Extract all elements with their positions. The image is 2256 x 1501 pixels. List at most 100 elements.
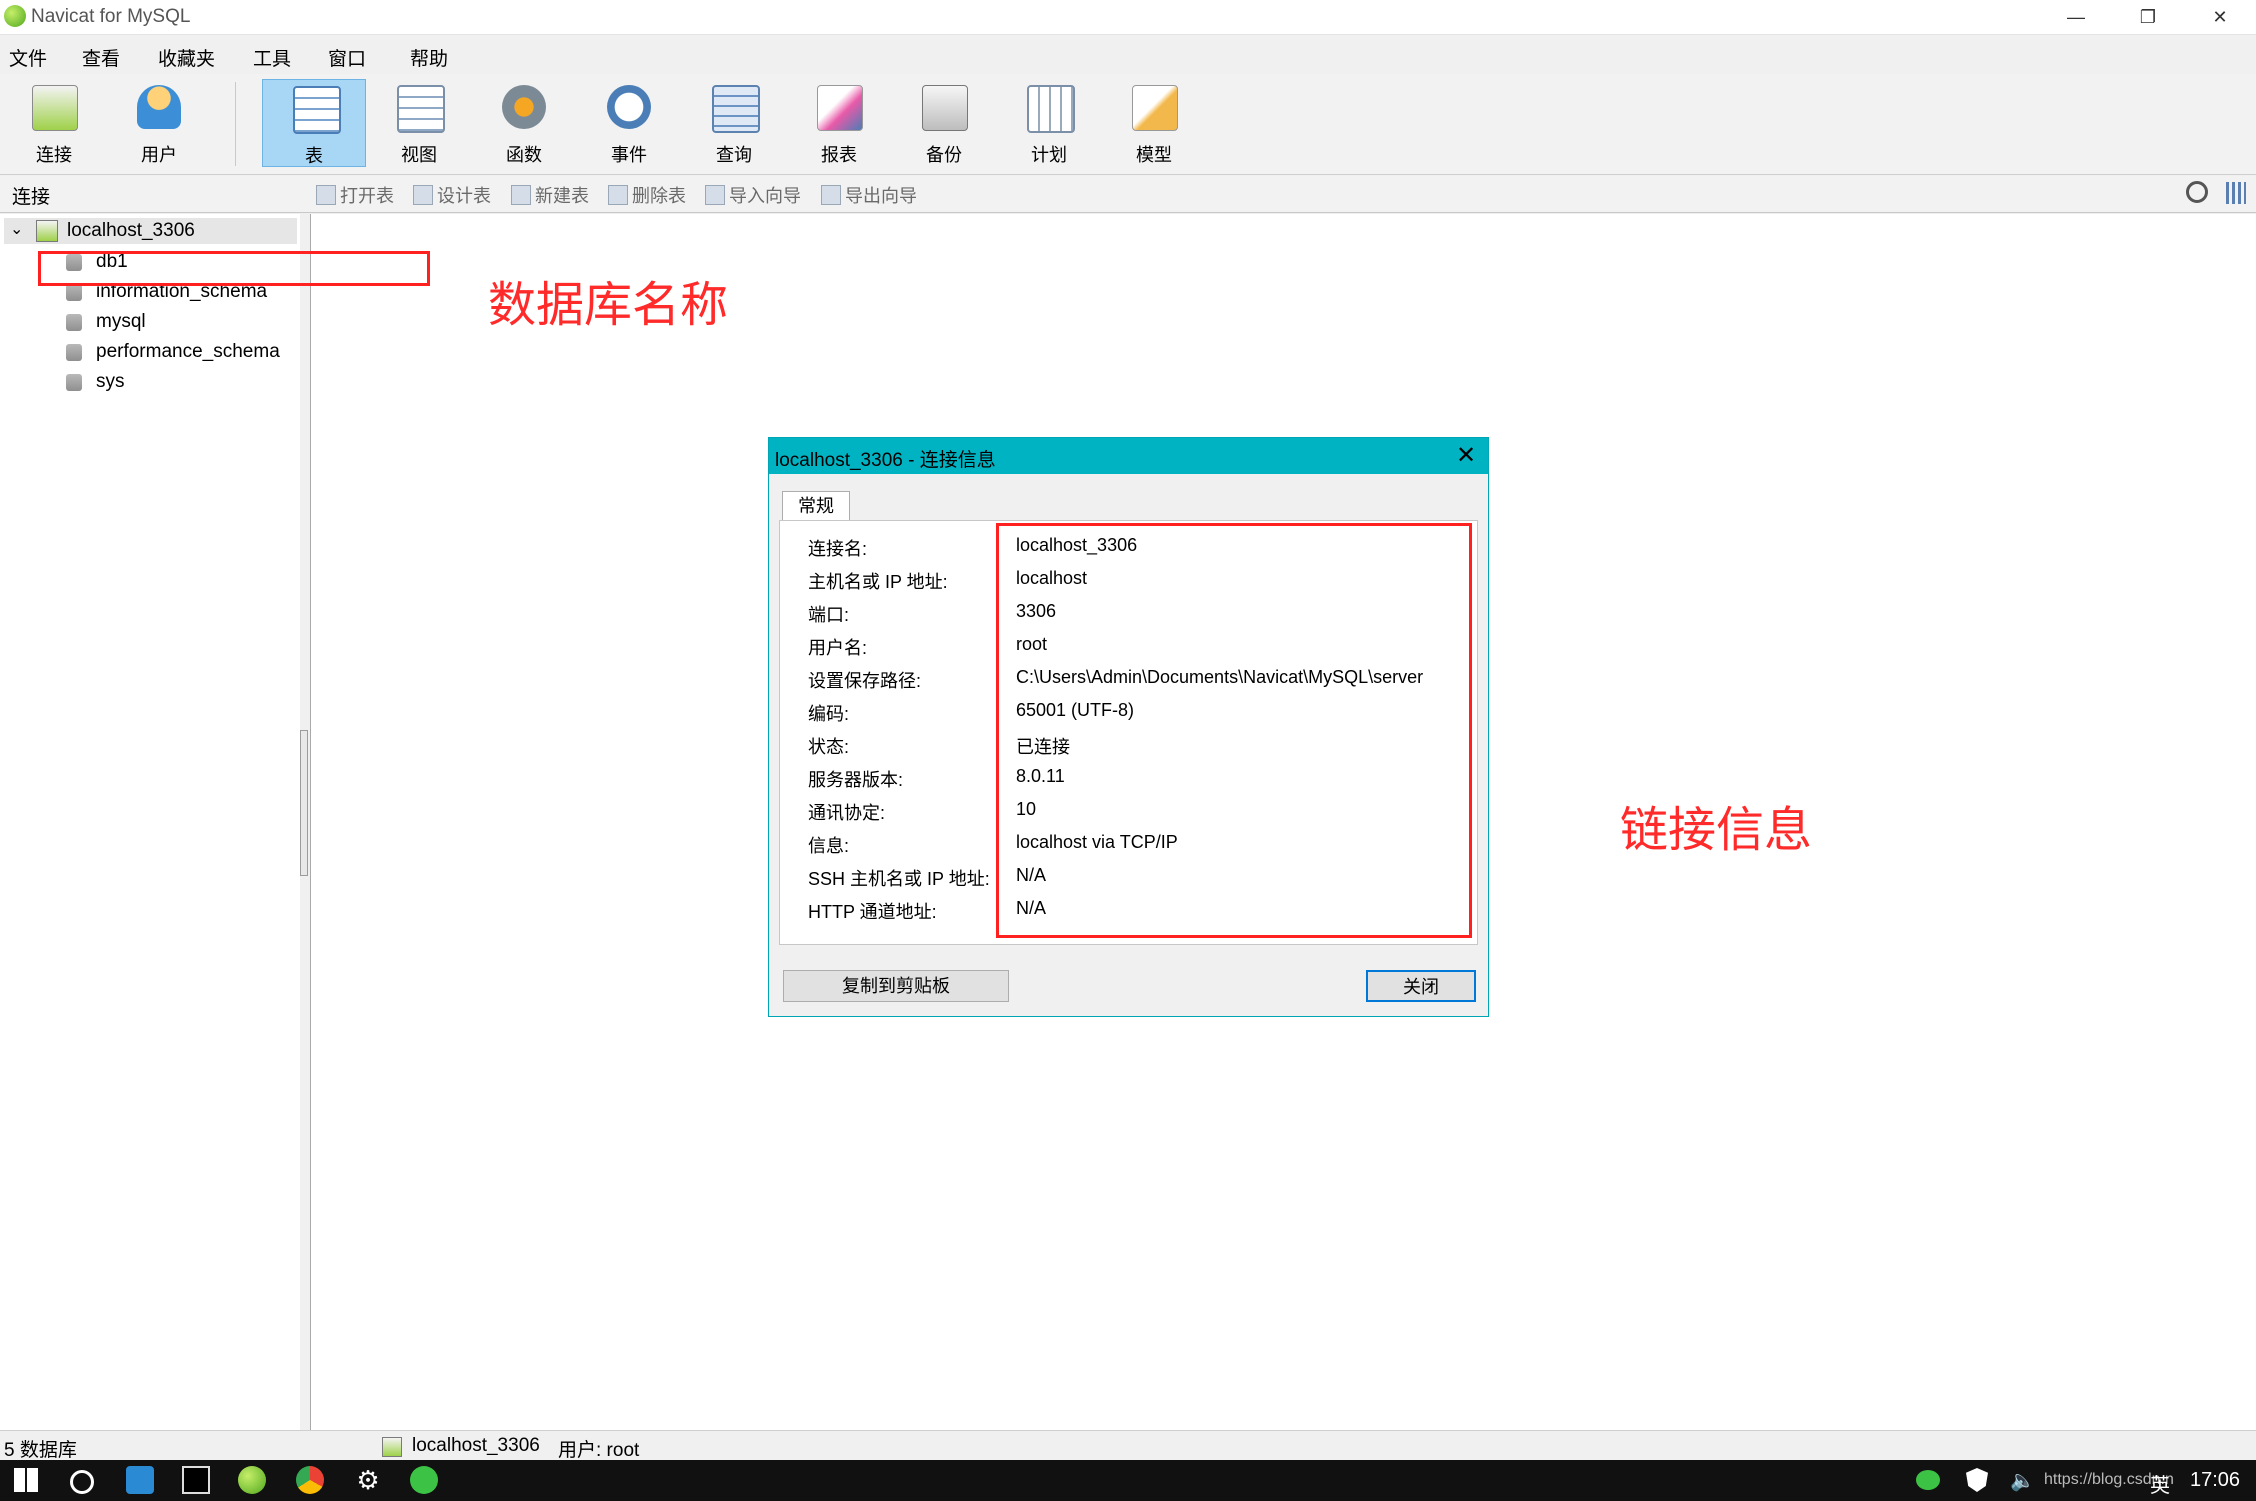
search-taskbar-icon[interactable] <box>70 1470 94 1494</box>
toolbar-query-label: 查询 <box>716 145 752 165</box>
field-label-status: 状态: <box>808 737 850 757</box>
menu-file[interactable]: 文件 <box>9 44 47 71</box>
status-connection: localhost_3306 <box>412 1435 540 1456</box>
terminal-icon[interactable] <box>182 1466 210 1494</box>
new-table-button[interactable]: 新建表 <box>511 182 589 208</box>
design-table-icon <box>413 185 433 205</box>
menu-help[interactable]: 帮助 <box>410 44 448 71</box>
import-wizard-label: 导入向导 <box>729 186 801 206</box>
toolbar-event-label: 事件 <box>611 145 647 165</box>
menu-window[interactable]: 窗口 <box>328 44 366 71</box>
tray-shield-icon[interactable] <box>1966 1468 1988 1492</box>
dialog-close-button[interactable]: 关闭 <box>1366 970 1476 1002</box>
database-icon <box>66 344 82 361</box>
design-table-button[interactable]: 设计表 <box>413 182 491 208</box>
tree-db-performance-schema[interactable]: performance_schema <box>96 341 280 363</box>
chrome-icon[interactable] <box>296 1466 324 1494</box>
toolbar-model-button[interactable]: 模型 <box>1102 79 1206 167</box>
field-label-ssh-host: SSH 主机名或 IP 地址: <box>808 869 990 889</box>
restore-button[interactable]: ❐ <box>2116 0 2180 34</box>
export-wizard-label: 导出向导 <box>845 186 917 206</box>
splitter-grip[interactable] <box>300 730 308 876</box>
view-icon <box>397 85 445 133</box>
toolbar-backup-label: 备份 <box>926 145 962 165</box>
main-toolbar: 连接 用户 表 视图 函数 事件 查询 报表 备份 计划 模型 <box>0 74 2256 175</box>
copy-to-clipboard-button[interactable]: 复制到剪贴板 <box>783 970 1009 1002</box>
toolbar-user-label: 用户 <box>141 145 177 165</box>
export-wizard-button[interactable]: 导出向导 <box>821 182 917 208</box>
function-icon <box>502 85 546 129</box>
dialog-close-icon[interactable]: ✕ <box>1449 441 1483 471</box>
toolbar-report-button[interactable]: 报表 <box>787 79 891 167</box>
vscode-icon[interactable] <box>126 1466 154 1494</box>
status-bar: 5 数据库 localhost_3306 用户: root <box>0 1430 2256 1461</box>
toolbar-function-button[interactable]: 函数 <box>472 79 576 167</box>
open-table-label: 打开表 <box>340 186 394 206</box>
toolbar-view-label: 视图 <box>401 145 437 165</box>
plug-icon <box>32 85 78 131</box>
toolbar-view-button[interactable]: 视图 <box>367 79 471 167</box>
export-icon <box>821 185 841 205</box>
delete-table-button[interactable]: 删除表 <box>608 182 686 208</box>
grid-view-icon[interactable] <box>2226 182 2246 204</box>
connection-info-dialog: localhost_3306 - 连接信息 ✕ 常规 连接名: localhos… <box>768 437 1489 1017</box>
model-icon <box>1132 85 1178 131</box>
search-icon[interactable] <box>2186 181 2208 203</box>
tray-wechat-icon[interactable] <box>1916 1470 1940 1490</box>
field-label-port: 端口: <box>808 605 850 625</box>
toolbar-event-button[interactable]: 事件 <box>577 79 681 167</box>
conn-info-highlight-box <box>996 523 1472 938</box>
event-clock-icon <box>607 85 651 129</box>
dialog-title-bar: localhost_3306 - 连接信息 ✕ <box>769 438 1488 474</box>
query-icon <box>712 85 760 133</box>
toolbar-user-button[interactable]: 用户 <box>107 79 211 167</box>
tray-clock[interactable]: 17:06 <box>2190 1469 2240 1492</box>
dialog-general-panel: 连接名: localhost_3306 主机名或 IP 地址: localhos… <box>779 520 1478 945</box>
design-table-label: 设计表 <box>437 186 491 206</box>
new-table-icon <box>511 185 531 205</box>
settings-gear-icon[interactable]: ⚙ <box>354 1466 382 1494</box>
toolbar-function-label: 函数 <box>506 145 542 165</box>
navicat-taskbar-icon[interactable] <box>238 1466 266 1494</box>
open-table-icon <box>316 185 336 205</box>
tray-input-language[interactable]: 英 <box>2150 1469 2170 1498</box>
menu-view[interactable]: 查看 <box>82 44 120 71</box>
connection-icon <box>36 220 58 242</box>
field-label-encoding: 编码: <box>808 704 850 724</box>
menu-tools[interactable]: 工具 <box>253 44 291 71</box>
tree-connection-localhost[interactable]: localhost_3306 <box>67 220 195 242</box>
import-wizard-button[interactable]: 导入向导 <box>705 182 801 208</box>
expand-chevron-icon[interactable]: ⌄ <box>10 219 23 239</box>
title-bar: Navicat for MySQL — ❐ ✕ <box>0 0 2256 34</box>
navicat-logo-icon <box>4 5 26 27</box>
menu-favorites[interactable]: 收藏夹 <box>158 44 215 71</box>
windows-start-icon[interactable] <box>14 1468 38 1492</box>
tray-volume-icon[interactable]: 🔈 <box>2010 1468 2035 1493</box>
minimize-button[interactable]: — <box>2044 0 2108 34</box>
annotation-conn-info: 链接信息 <box>1620 802 1813 858</box>
field-label-server-version: 服务器版本: <box>808 770 904 790</box>
status-user: 用户: root <box>558 1440 640 1461</box>
toolbar-query-button[interactable]: 查询 <box>682 79 786 167</box>
toolbar-connect-button[interactable]: 连接 <box>2 79 106 167</box>
connection-tree-pane <box>0 214 301 1430</box>
open-table-button[interactable]: 打开表 <box>316 182 394 208</box>
import-icon <box>705 185 725 205</box>
tree-db-mysql[interactable]: mysql <box>96 311 146 333</box>
close-window-button[interactable]: ✕ <box>2188 0 2252 34</box>
field-label-username: 用户名: <box>808 638 868 658</box>
delete-table-label: 删除表 <box>632 186 686 206</box>
tree-db-sys[interactable]: sys <box>96 371 125 393</box>
connection-pane-header: 连接 <box>12 187 51 208</box>
toolbar-connect-label: 连接 <box>36 145 72 165</box>
field-label-save-path: 设置保存路径: <box>808 671 922 691</box>
toolbar-schedule-label: 计划 <box>1031 145 1067 165</box>
toolbar-schedule-button[interactable]: 计划 <box>997 79 1101 167</box>
toolbar-backup-button[interactable]: 备份 <box>892 79 996 167</box>
tab-general[interactable]: 常规 <box>782 491 850 521</box>
field-label-info: 信息: <box>808 836 850 856</box>
wechat-icon[interactable] <box>410 1466 438 1494</box>
windows-taskbar: ⚙ 🔈 https://blog.csdn.net/... 英 17:06 <box>0 1460 2256 1501</box>
toolbar-table-button[interactable]: 表 <box>262 79 366 167</box>
toolbar-separator <box>235 82 236 166</box>
